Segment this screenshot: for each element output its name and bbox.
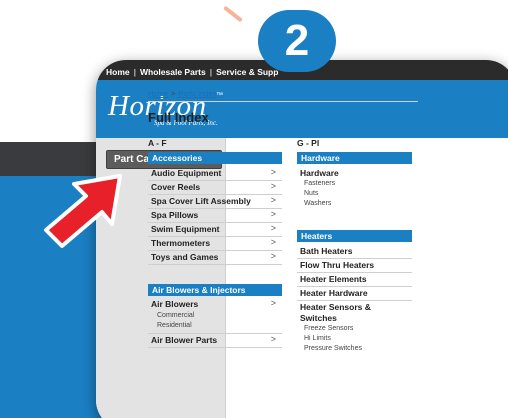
item-label: Audio Equipment	[151, 168, 222, 178]
sub-item-nuts[interactable]: Nuts	[304, 190, 318, 197]
sub-item-pressure-switches[interactable]: Pressure Switches	[304, 345, 362, 352]
step-number-badge: 2	[258, 10, 336, 72]
breadcrumb-home-link[interactable]: Home	[148, 89, 168, 98]
pointer-arrow-icon	[44, 174, 122, 248]
list-item-cover-reels[interactable]: Cover Reels >	[148, 181, 282, 195]
range-heading-g-pl: G - Pl	[297, 138, 320, 148]
list-item-bath-heaters[interactable]: Bath Heaters	[297, 245, 412, 259]
chevron-right-icon: >	[270, 209, 276, 219]
section-header-accessories[interactable]: Accessories	[148, 152, 282, 164]
list-item-heater-elements[interactable]: Heater Elements	[297, 273, 412, 287]
nav-separator: |	[133, 67, 137, 77]
list-item-switches[interactable]: Switches	[297, 313, 412, 323]
list-item-audio-equipment[interactable]: Audio Equipment >	[148, 167, 282, 181]
chevron-right-icon: >	[270, 334, 276, 344]
item-label: Air Blowers	[151, 299, 199, 309]
logo-trademark: ™	[216, 92, 223, 99]
list-item-heater-sensors[interactable]: Heater Sensors &	[297, 302, 412, 312]
section-header-heaters[interactable]: Heaters	[297, 230, 412, 242]
nav-wholesale-parts-link[interactable]: Wholesale Parts	[140, 67, 206, 77]
list-item-flow-thru-heaters[interactable]: Flow Thru Heaters	[297, 259, 412, 273]
section-header-hardware[interactable]: Hardware	[297, 152, 412, 164]
decorative-dash	[223, 5, 243, 23]
sub-item-washers[interactable]: Washers	[304, 200, 331, 207]
item-label: Toys and Games	[151, 252, 219, 262]
item-label: Swim Equipment	[151, 224, 220, 234]
nav-separator: |	[209, 67, 213, 77]
list-item-air-blower-parts[interactable]: Air Blower Parts >	[148, 333, 282, 348]
list-item-spa-pillows[interactable]: Spa Pillows >	[148, 209, 282, 223]
sub-item-commercial[interactable]: Commercial	[157, 312, 194, 319]
nav-service-link[interactable]: Service & Supp	[216, 67, 278, 77]
chevron-right-icon: >	[270, 181, 276, 191]
list-item-swim-equipment[interactable]: Swim Equipment >	[148, 223, 282, 237]
item-label: Spa Cover Lift Assembly	[151, 196, 251, 206]
list-item-thermometers[interactable]: Thermometers >	[148, 237, 282, 251]
chevron-right-icon: >	[270, 167, 276, 177]
list-item-heater-hardware[interactable]: Heater Hardware	[297, 287, 412, 301]
range-heading-a-f: A - F	[148, 138, 167, 148]
page-title: Full Index	[148, 110, 209, 125]
item-label: Spa Pillows	[151, 210, 199, 220]
chevron-right-icon: >	[270, 251, 276, 261]
list-item-spa-cover-lift-assembly[interactable]: Spa Cover Lift Assembly >	[148, 195, 282, 209]
list-item-toys-and-games[interactable]: Toys and Games >	[148, 251, 282, 265]
list-item-hardware[interactable]: Hardware	[297, 168, 412, 178]
breadcrumb-separator: >	[171, 89, 176, 98]
sub-item-residential[interactable]: Residential	[157, 322, 192, 329]
sub-item-freeze-sensors[interactable]: Freeze Sensors	[304, 325, 353, 332]
breadcrumb-parts-index-link[interactable]: Parts Index	[178, 89, 216, 98]
content-divider	[148, 101, 418, 102]
chevron-right-icon: >	[270, 195, 276, 205]
sub-item-fasteners[interactable]: Fasteners	[304, 180, 335, 187]
sub-item-hi-limits[interactable]: Hi Limits	[304, 335, 331, 342]
list-item-air-blowers[interactable]: Air Blowers >	[148, 298, 282, 312]
chevron-right-icon: >	[270, 223, 276, 233]
breadcrumb: Home > Parts Index	[148, 89, 216, 98]
nav-home-link[interactable]: Home	[106, 67, 130, 77]
chevron-right-icon: >	[270, 237, 276, 247]
item-label: Air Blower Parts	[151, 335, 218, 345]
chevron-right-icon: >	[270, 298, 276, 308]
item-label: Thermometers	[151, 238, 211, 248]
section-header-air-blowers-injectors[interactable]: Air Blowers & Injectors	[148, 284, 282, 296]
item-label: Cover Reels	[151, 182, 201, 192]
